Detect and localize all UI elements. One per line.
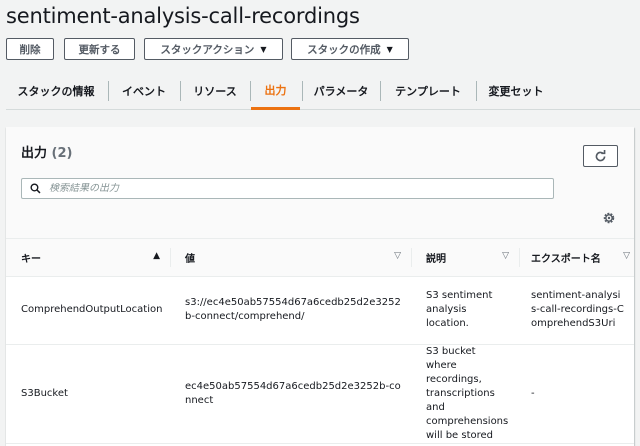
tab-divider bbox=[476, 81, 477, 101]
tab-divider bbox=[108, 81, 109, 101]
cell-key: S3Bucket bbox=[6, 344, 170, 444]
cell-value: s3://ec4e50ab57554d67a6cedb25d2e3252b-co… bbox=[170, 276, 411, 345]
tab-stack-info[interactable]: スタックの情報 bbox=[6, 72, 106, 110]
page-title: sentiment-analysis-call-recordings bbox=[6, 4, 360, 28]
outputs-panel-header: 出力 (2) bbox=[6, 127, 634, 239]
cell-description: S3 bucket where recordings, transcriptio… bbox=[411, 344, 519, 444]
column-header-value[interactable]: 値 ▽ bbox=[170, 239, 411, 277]
panel-title-text: 出力 bbox=[21, 146, 48, 161]
cell-export-name: - bbox=[519, 344, 634, 444]
tab-parameters[interactable]: パラメータ bbox=[304, 72, 378, 110]
refresh-button[interactable] bbox=[583, 145, 618, 167]
column-header-key-label: キー bbox=[21, 253, 41, 265]
search-icon bbox=[30, 183, 41, 194]
tab-bar: スタックの情報 イベント リソース 出力 パラメータ テンプレート 変更セット bbox=[6, 72, 640, 110]
refresh-icon bbox=[595, 149, 606, 161]
table-header-row: キー ▲ 値 ▽ 説明 ▽ エクスポート名 ▽ bbox=[6, 239, 634, 277]
panel-title: 出力 (2) bbox=[21, 142, 72, 161]
cell-value: ec4e50ab57554d67a6cedb25d2e3252b-connect bbox=[170, 344, 411, 444]
column-header-export-name-label: エクスポート名 bbox=[531, 253, 601, 265]
create-stack-button[interactable]: スタックの作成 ▼ bbox=[291, 38, 409, 60]
column-header-key[interactable]: キー ▲ bbox=[6, 239, 170, 277]
sort-down-icon: ▽ bbox=[394, 251, 401, 261]
tab-events[interactable]: イベント bbox=[110, 72, 178, 110]
tab-change-sets[interactable]: 変更セット bbox=[478, 72, 554, 110]
outputs-table: キー ▲ 値 ▽ 説明 ▽ エクスポート名 ▽ ComprehendOutputLoca… bbox=[6, 239, 634, 444]
stack-actions-button[interactable]: スタックアクション ▼ bbox=[144, 38, 283, 60]
cell-export-name: sentiment-analysis-call-recordings-Compr… bbox=[519, 276, 634, 345]
create-stack-label: スタックの作成 bbox=[307, 43, 381, 56]
gear-icon[interactable] bbox=[602, 211, 616, 225]
cell-description: S3 sentiment analysis location. bbox=[411, 276, 519, 345]
stack-actions-label: スタックアクション bbox=[160, 43, 255, 56]
outputs-panel: 出力 (2) キー▲ 値▽ 説明▽ エクスポート名▽ ComprehendOut… bbox=[6, 127, 634, 446]
tab-template[interactable]: テンプレート bbox=[382, 72, 474, 110]
cell-key: ComprehendOutputLocation bbox=[6, 276, 170, 345]
column-header-value-label: 値 bbox=[185, 253, 195, 265]
caret-down-icon: ▼ bbox=[386, 44, 393, 54]
delete-label: 削除 bbox=[19, 43, 41, 56]
column-header-export-name[interactable]: エクスポート名 ▽ bbox=[519, 239, 634, 277]
tab-resources[interactable]: リソース bbox=[182, 72, 248, 110]
sort-up-icon: ▲ bbox=[153, 251, 160, 261]
column-header-description[interactable]: 説明 ▽ bbox=[411, 239, 519, 277]
update-button[interactable]: 更新する bbox=[64, 38, 135, 60]
update-label: 更新する bbox=[78, 43, 121, 56]
tab-divider bbox=[302, 81, 303, 101]
table-row: S3Bucket ec4e50ab57554d67a6cedb25d2e3252… bbox=[6, 344, 634, 444]
delete-button[interactable]: 削除 bbox=[6, 38, 54, 60]
table-row: ComprehendOutputLocation s3://ec4e50ab57… bbox=[6, 276, 634, 345]
sort-down-icon: ▽ bbox=[502, 251, 509, 261]
tab-divider bbox=[380, 81, 381, 101]
tab-outputs[interactable]: 出力 bbox=[251, 72, 300, 110]
output-count: (2) bbox=[51, 146, 73, 161]
caret-down-icon: ▼ bbox=[260, 44, 267, 54]
search-input[interactable] bbox=[49, 183, 529, 194]
sort-down-icon: ▽ bbox=[623, 251, 630, 261]
search-field[interactable] bbox=[21, 178, 554, 199]
tab-divider bbox=[180, 81, 181, 101]
column-header-description-label: 説明 bbox=[426, 253, 446, 265]
